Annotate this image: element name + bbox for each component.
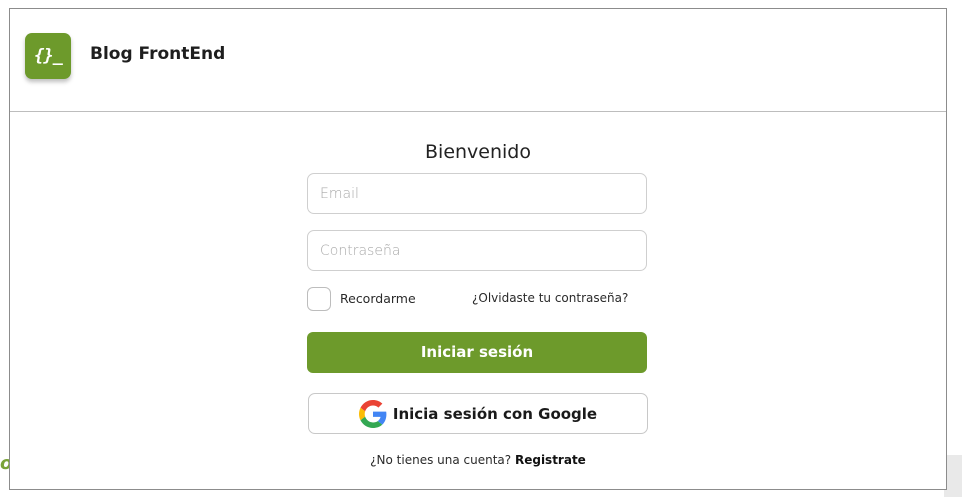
signup-prompt-text: ¿No tienes una cuenta? bbox=[370, 453, 515, 467]
email-field[interactable] bbox=[307, 173, 647, 214]
google-button-label: Inicia sesión con Google bbox=[392, 404, 598, 423]
remember-label[interactable]: Recordarme bbox=[340, 291, 416, 306]
app-window: {}_ Blog FrontEnd Bienvenido Recordarme … bbox=[9, 8, 947, 490]
signup-prompt: ¿No tienes una cuenta? Registrate bbox=[10, 453, 946, 467]
forgot-password-link[interactable]: ¿Olvidaste tu contraseña? bbox=[472, 291, 628, 305]
register-link[interactable]: Registrate bbox=[515, 453, 586, 467]
google-login-button[interactable]: Inicia sesión con Google bbox=[308, 393, 648, 434]
login-button[interactable]: Iniciar sesión bbox=[307, 332, 647, 373]
password-field[interactable] bbox=[307, 230, 647, 271]
top-header: {}_ Blog FrontEnd bbox=[10, 9, 946, 112]
welcome-heading: Bienvenido bbox=[425, 141, 531, 163]
remember-checkbox[interactable] bbox=[307, 287, 331, 311]
code-braces-icon[interactable]: {}_ bbox=[25, 33, 71, 79]
google-icon bbox=[358, 399, 387, 428]
brand-title[interactable]: Blog FrontEnd bbox=[90, 44, 225, 64]
